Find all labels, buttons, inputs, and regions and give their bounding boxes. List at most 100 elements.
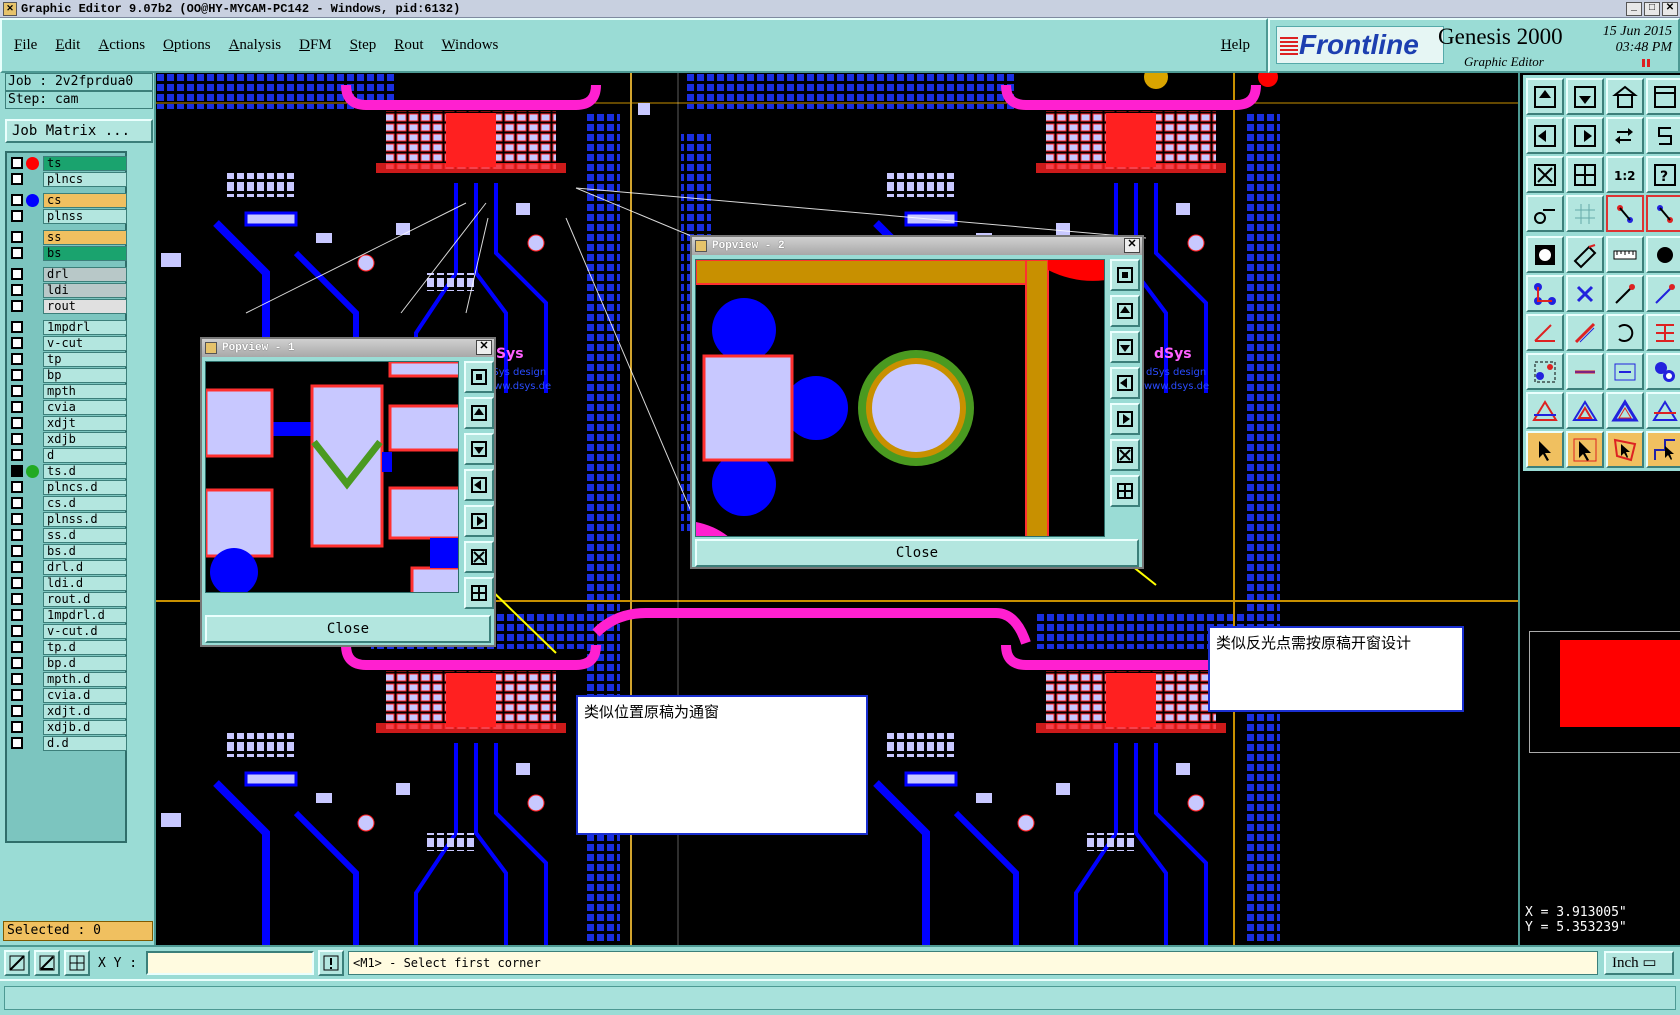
snap-mode-icon[interactable] <box>4 950 30 976</box>
layer-checkbox[interactable] <box>11 641 23 653</box>
layer-name[interactable]: 1mpdrl <box>43 319 127 335</box>
layer-name[interactable]: bp <box>43 367 127 383</box>
triangle-red-tool[interactable] <box>1526 392 1564 429</box>
split-tool[interactable] <box>1566 353 1604 390</box>
layer-checkbox[interactable] <box>11 385 23 397</box>
add-line-tool[interactable] <box>1606 275 1644 312</box>
layer-name[interactable]: bs <box>43 245 127 261</box>
layer-checkbox[interactable] <box>11 337 23 349</box>
layer-checkbox[interactable] <box>11 673 23 685</box>
connect-tool[interactable] <box>1526 275 1564 312</box>
layer-checkbox[interactable] <box>11 231 23 243</box>
zoom-in-tool[interactable] <box>1526 156 1564 193</box>
triangle-double-tool[interactable] <box>1646 392 1680 429</box>
layer-checkbox[interactable] <box>11 721 23 733</box>
menu-edit[interactable]: Edit <box>55 37 80 54</box>
unit-selector[interactable]: Inch ▭ <box>1604 951 1674 975</box>
layer-checkbox[interactable] <box>11 689 23 701</box>
layer-checkbox[interactable] <box>11 577 23 589</box>
layer-name[interactable]: d.d <box>43 735 127 751</box>
group-tool[interactable] <box>1646 353 1680 390</box>
home-view-tool[interactable] <box>1606 78 1644 115</box>
layer-checkbox[interactable] <box>11 284 23 296</box>
layer-checkbox[interactable] <box>11 481 23 493</box>
layer-name[interactable]: plncs.d <box>43 479 127 495</box>
layer-row[interactable]: cs <box>7 192 127 208</box>
layer-row[interactable]: ldi.d <box>7 575 127 591</box>
layer-name[interactable]: cs <box>43 192 127 208</box>
popview-1-pan-left-button[interactable] <box>464 469 494 501</box>
popview-2-pan-right-button[interactable] <box>1110 403 1140 435</box>
layer-checkbox[interactable] <box>11 609 23 621</box>
layer-checkbox[interactable] <box>11 369 23 381</box>
popview-1-zoom-in-button[interactable] <box>464 541 494 573</box>
layer-row[interactable]: v-cut <box>7 335 127 351</box>
snap-tool[interactable] <box>1606 195 1644 232</box>
grid-mode-icon[interactable] <box>64 950 90 976</box>
layer-checkbox[interactable] <box>11 513 23 525</box>
popview-2-zoom-out-button[interactable] <box>1110 475 1140 507</box>
popview-1-pan-up-button[interactable] <box>464 397 494 429</box>
layer-row[interactable]: xdjb <box>7 431 127 447</box>
layer-row[interactable]: bs.d <box>7 543 127 559</box>
frame-view-tool[interactable] <box>1646 78 1680 115</box>
layer-checkbox[interactable] <box>11 497 23 509</box>
popview-1-pan-down-button[interactable] <box>464 433 494 465</box>
layer-checkbox[interactable] <box>11 268 23 280</box>
delete-tool[interactable] <box>1566 275 1604 312</box>
triangle-outline-tool[interactable] <box>1606 392 1644 429</box>
layer-row[interactable]: ldi <box>7 282 127 298</box>
layer-checkbox[interactable] <box>11 561 23 573</box>
layer-name[interactable]: xdjt <box>43 415 127 431</box>
grid-tool[interactable] <box>1566 195 1604 232</box>
layer-row[interactable]: ts <box>7 155 127 171</box>
layer-name[interactable]: plnss.d <box>43 511 127 527</box>
layer-row[interactable]: xdjt.d <box>7 703 127 719</box>
popview-1-close-icon[interactable]: ✕ <box>476 340 492 355</box>
layer-checkbox[interactable] <box>11 593 23 605</box>
layer-name[interactable]: d <box>43 447 127 463</box>
layer-name[interactable]: ldi.d <box>43 575 127 591</box>
popview-2-pan-down-button[interactable] <box>1110 331 1140 363</box>
alert-icon[interactable] <box>318 950 344 976</box>
layer-name[interactable]: bp.d <box>43 655 127 671</box>
popview-2-close-button[interactable]: Close <box>695 539 1139 567</box>
layer-checkbox[interactable] <box>11 247 23 259</box>
pan-down-tool[interactable] <box>1566 78 1604 115</box>
close-window-button[interactable]: ✕ <box>1662 1 1678 16</box>
layer-name[interactable]: ts.d <box>43 463 127 479</box>
layer-name[interactable]: drl.d <box>43 559 127 575</box>
layer-row[interactable]: drl.d <box>7 559 127 575</box>
popview-2-view[interactable] <box>695 259 1105 537</box>
layer-checkbox[interactable] <box>11 157 23 169</box>
menu-options[interactable]: Options <box>163 37 211 54</box>
arc-tool[interactable] <box>1606 314 1644 351</box>
layer-row[interactable]: cvia.d <box>7 687 127 703</box>
layer-row[interactable]: rout.d <box>7 591 127 607</box>
menu-file[interactable]: File <box>14 37 37 54</box>
ruler-tool[interactable] <box>1606 236 1644 273</box>
layer-name[interactable]: tp.d <box>43 639 127 655</box>
layer-checkbox[interactable] <box>11 657 23 669</box>
layer-checkbox[interactable] <box>11 194 23 206</box>
popview-1-zoom-fit-button[interactable] <box>464 361 494 393</box>
job-matrix-button[interactable]: Job Matrix ... <box>5 119 153 143</box>
overview-map[interactable] <box>1529 631 1680 753</box>
layer-row[interactable]: plncs <box>7 171 127 187</box>
popview-2-pan-up-button[interactable] <box>1110 295 1140 327</box>
layer-row[interactable]: cvia <box>7 399 127 415</box>
layer-row[interactable]: tp <box>7 351 127 367</box>
layer-checkbox[interactable] <box>11 529 23 541</box>
layer-row[interactable]: bp <box>7 367 127 383</box>
menu-step[interactable]: Step <box>350 37 377 54</box>
maximize-button[interactable]: □ <box>1644 1 1660 16</box>
angle-tool[interactable] <box>1526 314 1564 351</box>
select-polygon-tool[interactable] <box>1606 431 1644 468</box>
layer-name[interactable]: rout.d <box>43 591 127 607</box>
select-box-tool[interactable] <box>1566 431 1604 468</box>
layer-row[interactable]: cs.d <box>7 495 127 511</box>
zoom-out-tool[interactable] <box>1566 156 1604 193</box>
layer-name[interactable]: ss.d <box>43 527 127 543</box>
popview-1-view[interactable] <box>205 361 459 593</box>
zoom-1to2-tool[interactable]: 1:2 <box>1606 156 1644 193</box>
